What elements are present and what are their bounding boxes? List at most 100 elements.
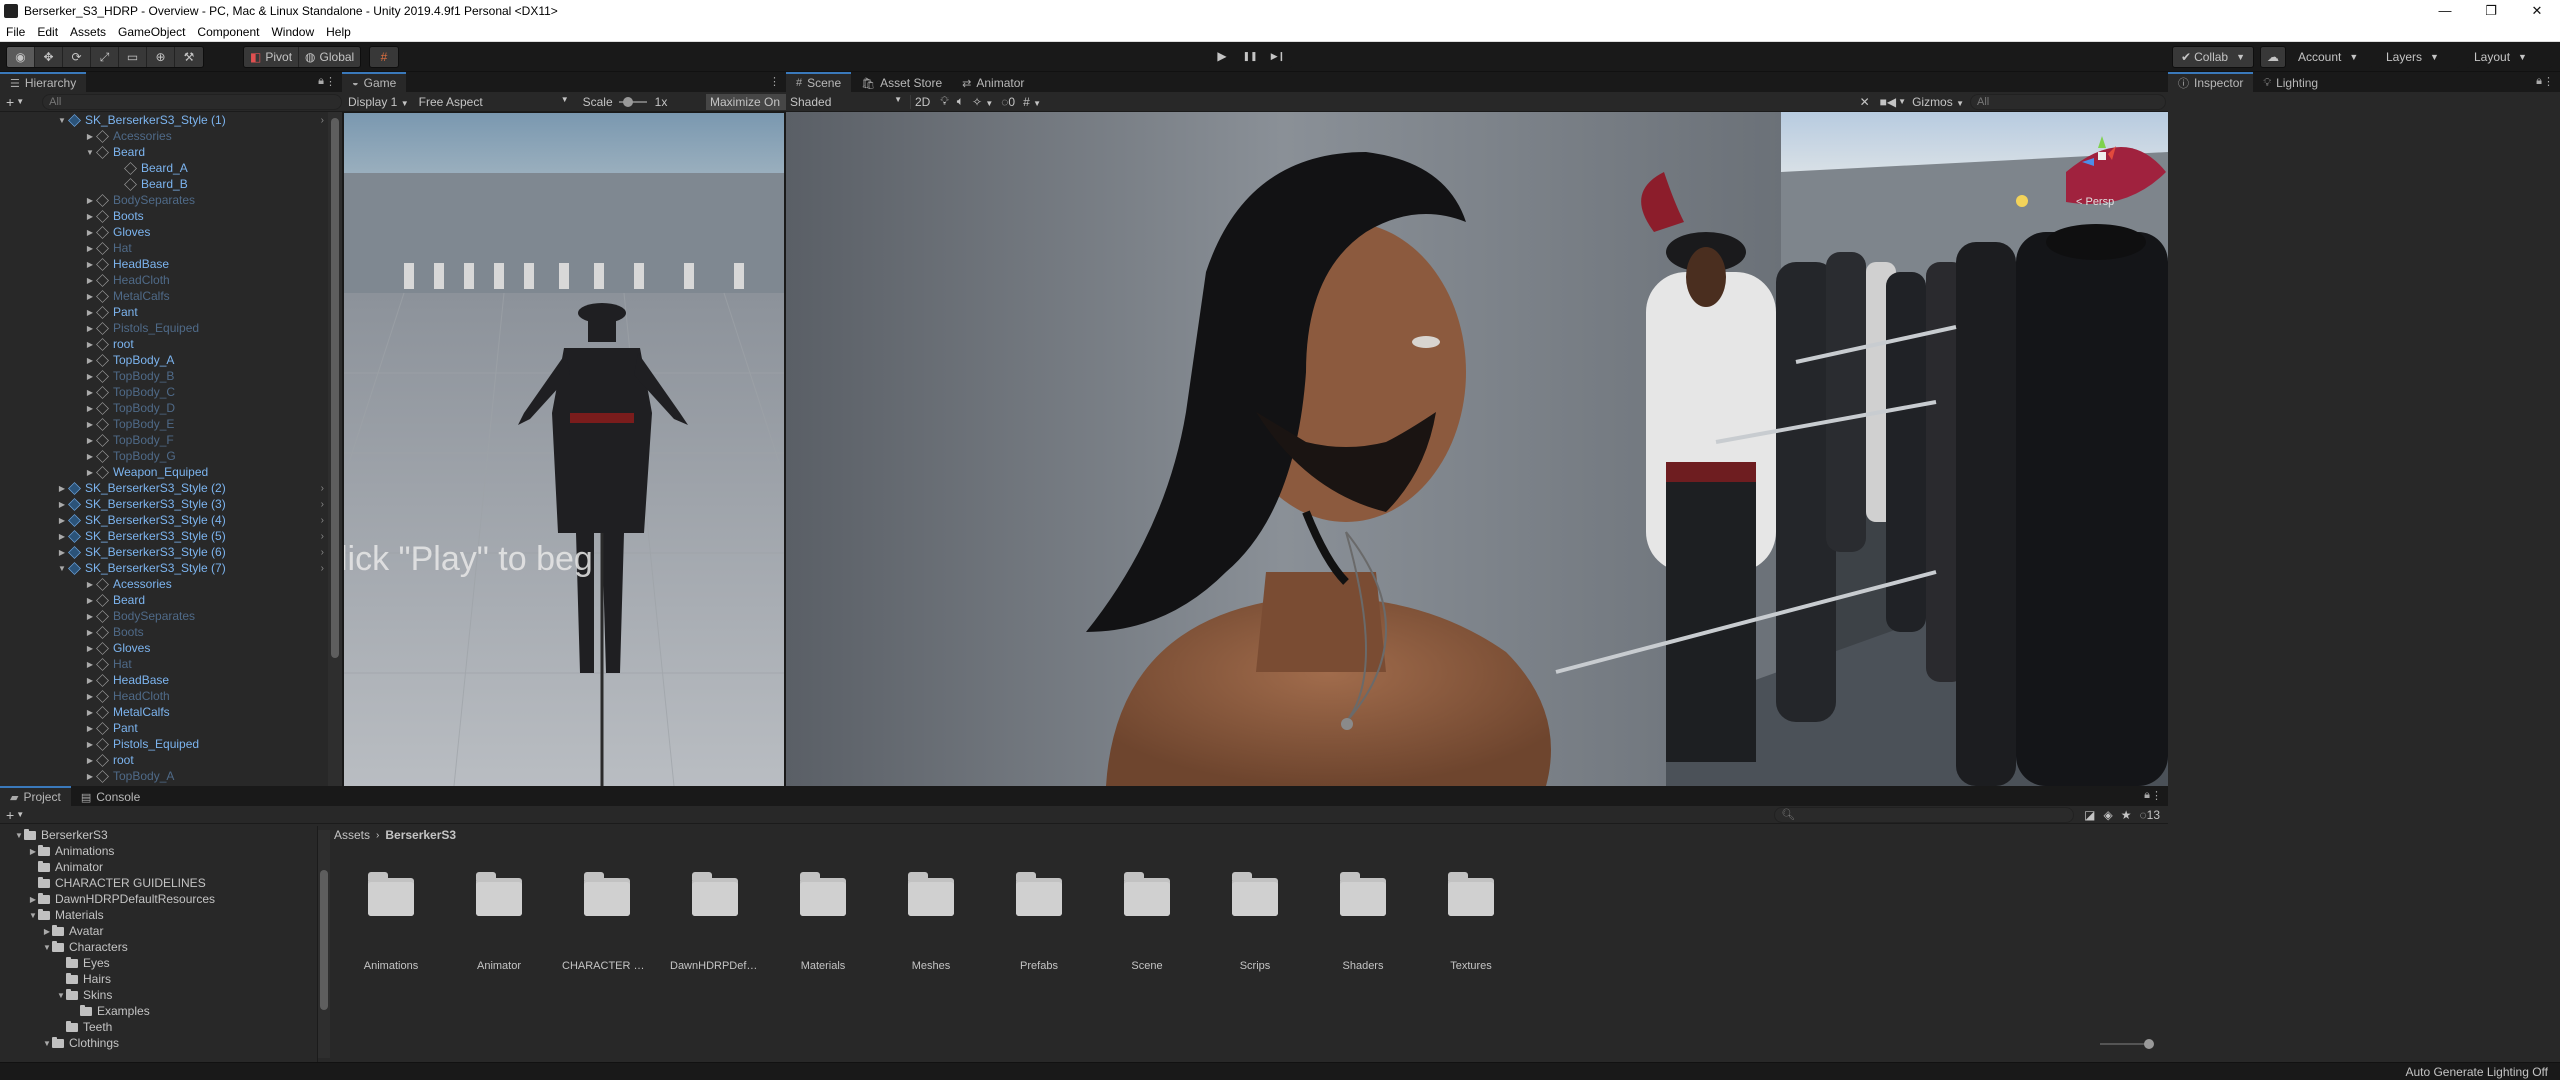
chevron-right-icon[interactable]: ▶	[84, 612, 96, 621]
hierarchy-item[interactable]: ▶ HeadBase	[0, 672, 328, 688]
chevron-down-icon[interactable]: ▼	[1898, 97, 1906, 106]
grid-toggle[interactable]: # ▼	[1023, 95, 1041, 109]
panel-menu-icon[interactable]: ⋮	[2543, 75, 2554, 88]
gizmos-dropdown[interactable]: Gizmos ▼	[1912, 95, 1964, 109]
filter-type-icon[interactable]: ◪	[2084, 808, 2095, 822]
chevron-right-icon[interactable]: ▶	[84, 276, 96, 285]
hierarchy-item[interactable]: ▶ Hat	[0, 656, 328, 672]
chevron-right-icon[interactable]: ▶	[84, 340, 96, 349]
chevron-down-icon[interactable]: ▼	[16, 810, 24, 819]
menu-assets[interactable]: Assets	[64, 22, 112, 42]
prefab-open-chevron-icon[interactable]: ›	[321, 563, 324, 574]
chevron-down-icon[interactable]: ▼	[16, 97, 24, 106]
project-tree-item[interactable]: CHARACTER GUIDELINES	[0, 875, 317, 891]
prefab-open-chevron-icon[interactable]: ›	[321, 499, 324, 510]
breadcrumb-berserkers3[interactable]: BerserkerS3	[385, 828, 456, 842]
hierarchy-item[interactable]: ▼ Beard	[0, 144, 328, 160]
chevron-right-icon[interactable]: ▶	[56, 532, 68, 541]
chevron-right-icon[interactable]: ▶	[84, 324, 96, 333]
collab-dropdown[interactable]: ✔ Collab ▼	[2172, 46, 2255, 68]
chevron-right-icon[interactable]: ▶	[84, 244, 96, 253]
move-tool-button[interactable]: ✥	[35, 47, 63, 67]
hierarchy-item[interactable]: ▶ MetalCalfs	[0, 704, 328, 720]
audio-toggle[interactable]: 🔈︎	[957, 94, 964, 109]
chevron-down-icon[interactable]: ▼	[56, 991, 66, 1000]
hierarchy-item[interactable]: ▶ Beard	[0, 592, 328, 608]
chevron-right-icon[interactable]: ▶	[56, 500, 68, 509]
hierarchy-item[interactable]: ▶ BodySeparates	[0, 192, 328, 208]
chevron-right-icon[interactable]: ▶	[84, 212, 96, 221]
hierarchy-search-input[interactable]	[42, 93, 342, 110]
chevron-right-icon[interactable]: ▶	[84, 404, 96, 413]
menu-help[interactable]: Help	[320, 22, 357, 42]
chevron-down-icon[interactable]: ▼	[42, 1039, 52, 1048]
chevron-right-icon[interactable]: ▶	[84, 676, 96, 685]
hierarchy-item[interactable]: ▶ SK_BerserkerS3_Style (6) ›	[0, 544, 328, 560]
camera-icon[interactable]: ■◀	[1880, 95, 1896, 109]
chevron-right-icon[interactable]: ▶	[56, 548, 68, 557]
prefab-open-chevron-icon[interactable]: ›	[321, 483, 324, 494]
hierarchy-item[interactable]: ▶ HeadCloth	[0, 688, 328, 704]
lock-icon[interactable]: 🔒︎	[318, 75, 324, 88]
panel-menu-icon[interactable]: ⋮	[769, 75, 780, 88]
hierarchy-item[interactable]: ▼ SK_BerserkerS3_Style (7) ›	[0, 560, 328, 576]
create-button[interactable]: +	[6, 94, 14, 110]
asset-folder-item[interactable]: Scene	[1102, 872, 1192, 974]
hierarchy-item[interactable]: ▶ Hat	[0, 240, 328, 256]
hierarchy-item[interactable]: ▶ TopBody_A	[0, 352, 328, 368]
hierarchy-item[interactable]: ▶ root	[0, 336, 328, 352]
chevron-right-icon[interactable]: ▶	[84, 228, 96, 237]
asset-folder-item[interactable]: Prefabs	[994, 872, 1084, 974]
hierarchy-item[interactable]: ▶ Acessories	[0, 576, 328, 592]
project-tree-item[interactable]: ▼ Clothings	[0, 1035, 317, 1051]
chevron-right-icon[interactable]: ▶	[56, 516, 68, 525]
chevron-right-icon[interactable]: ▶	[84, 692, 96, 701]
chevron-right-icon[interactable]: ▶	[84, 596, 96, 605]
chevron-right-icon[interactable]: ▶	[84, 580, 96, 589]
hierarchy-item[interactable]: ▶ TopBody_C	[0, 384, 328, 400]
tab-lighting[interactable]: 💡︎ Lighting	[2253, 72, 2329, 92]
hierarchy-scroll-thumb[interactable]	[331, 118, 339, 658]
project-tree-item[interactable]: ▶ Avatar	[0, 923, 317, 939]
project-tree-item[interactable]: Eyes	[0, 955, 317, 971]
scale-slider-knob[interactable]	[622, 96, 633, 107]
chevron-down-icon[interactable]: ▼	[42, 943, 52, 952]
project-tree-scroll-thumb[interactable]	[320, 870, 328, 1010]
icon-size-slider-knob[interactable]	[2144, 1039, 2154, 1049]
play-button[interactable]: ▶	[1208, 46, 1236, 66]
prefab-open-chevron-icon[interactable]: ›	[321, 547, 324, 558]
tab-scene[interactable]: # Scene	[786, 72, 852, 92]
display-dropdown[interactable]: Display 1 ▼	[348, 95, 409, 109]
menu-component[interactable]: Component	[191, 22, 265, 42]
hierarchy-item[interactable]: ▶ TopBody_F	[0, 432, 328, 448]
close-button[interactable]: ✕	[2514, 0, 2560, 22]
tab-asset-store[interactable]: 🛍︎ Asset Store	[851, 72, 953, 92]
project-tree-item[interactable]: Hairs	[0, 971, 317, 987]
minimize-button[interactable]: —	[2422, 0, 2468, 22]
step-button[interactable]: ▶❙	[1264, 46, 1292, 66]
prefab-open-chevron-icon[interactable]: ›	[321, 515, 324, 526]
chevron-down-icon[interactable]: ▼	[56, 564, 68, 573]
asset-folder-item[interactable]: Animator	[454, 872, 544, 974]
persp-label[interactable]: < Persp	[2076, 196, 2114, 208]
chevron-right-icon[interactable]: ▶	[84, 756, 96, 765]
project-tree-scrollbar[interactable]	[318, 830, 330, 1058]
scene-viewport[interactable]: < Persp	[786, 112, 2168, 786]
menu-window[interactable]: Window	[265, 22, 320, 42]
hierarchy-item[interactable]: ▶ TopBody_D	[0, 400, 328, 416]
icon-size-slider[interactable]	[2100, 1039, 2154, 1049]
chevron-right-icon[interactable]: ▶	[84, 708, 96, 717]
menu-gameobject[interactable]: GameObject	[112, 22, 191, 42]
rect-tool-button[interactable]: ▭	[119, 47, 147, 67]
scale-slider[interactable]	[618, 96, 647, 107]
hierarchy-item[interactable]: ▶ TopBody_B	[0, 368, 328, 384]
chevron-right-icon[interactable]: ▶	[84, 292, 96, 301]
effects-dropdown[interactable]: ✧ ▼	[972, 95, 993, 109]
asset-folder-item[interactable]: Meshes	[886, 872, 976, 974]
hierarchy-item[interactable]: ▶ Gloves	[0, 224, 328, 240]
chevron-right-icon[interactable]: ▶	[84, 420, 96, 429]
shading-mode-dropdown[interactable]: Shaded ▼	[790, 95, 902, 109]
hierarchy-item[interactable]: ▶ MetalCalfs	[0, 288, 328, 304]
hierarchy-item[interactable]: ▶ Weapon_Equiped	[0, 464, 328, 480]
project-tree-item[interactable]: ▼ Materials	[0, 907, 317, 923]
